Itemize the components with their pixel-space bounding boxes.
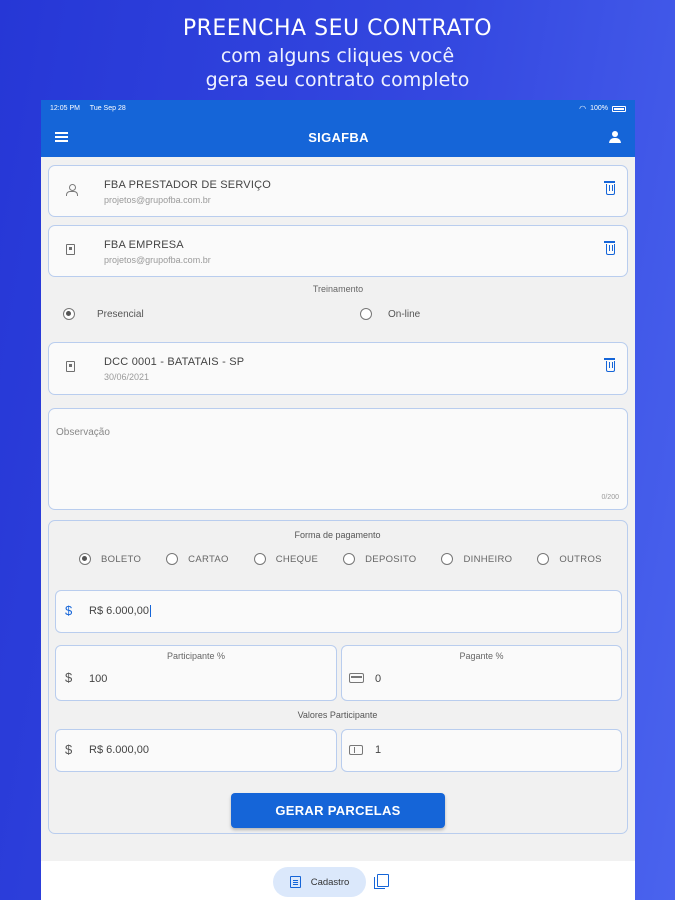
radio-unselected-icon[interactable] — [537, 553, 550, 565]
form-icon — [289, 876, 301, 888]
provider-name: FBA PRESTADOR DE SERVIÇO — [104, 179, 271, 191]
dollar-icon: $ — [65, 603, 73, 618]
status-date: Tue Sep 28 — [89, 105, 126, 112]
payment-option-label: CHEQUE — [275, 553, 319, 565]
person-icon — [66, 184, 78, 196]
app-title: SIGAFBA — [308, 129, 369, 145]
delete-unit-icon[interactable] — [604, 358, 615, 372]
training-option-label: On-line — [388, 308, 421, 320]
valores-participante-label: Valores Participante — [297, 710, 378, 720]
payment-option-outros[interactable]: OUTROS — [537, 553, 601, 565]
payment-option-label: CARTAO — [188, 553, 229, 565]
tablet-screen: 12:05 PM Tue Sep 28 ◠ 100% SIGAFBA FBA P… — [41, 100, 635, 900]
payment-option-cartao[interactable]: CARTAO — [166, 553, 229, 565]
amount-input[interactable]: $ R$ 6.000,00 — [55, 590, 622, 633]
menu-icon[interactable] — [55, 132, 68, 142]
app-bar: SIGAFBA — [41, 117, 635, 157]
training-option-label: Presencial — [97, 308, 144, 320]
status-time: 12:05 PM — [50, 105, 80, 112]
battery-percent: 100% — [590, 105, 608, 112]
promo-subtitle-line1: com alguns cliques você — [220, 45, 455, 67]
training-label: Treinamento — [312, 284, 364, 294]
provider-card[interactable]: FBA PRESTADOR DE SERVIÇO projetos@grupof… — [48, 165, 628, 217]
payment-option-deposito[interactable]: DEPOSITO — [343, 553, 416, 565]
credit-card-icon — [349, 673, 364, 683]
dollar-icon: $ — [65, 670, 73, 685]
payment-options: BOLETO CARTAO CHEQUE DEPOSITO DINHEIRO O… — [79, 553, 602, 565]
battery-icon — [612, 105, 626, 112]
payment-option-label: DINHEIRO — [463, 553, 513, 565]
payment-label: Forma de pagamento — [294, 530, 381, 540]
observation-placeholder: Observação — [56, 427, 110, 438]
radio-unselected-icon[interactable] — [360, 308, 372, 320]
amount-value: R$ 6.000,00 — [89, 605, 149, 617]
observation-textarea[interactable]: Observação 0/200 — [48, 408, 628, 510]
installments-input[interactable]: 1 — [341, 729, 622, 772]
payment-option-label: OUTROS — [559, 553, 602, 565]
installments-value: 1 — [375, 744, 382, 756]
training-option-presencial[interactable]: Presencial — [63, 308, 144, 320]
generate-installments-button[interactable]: GERAR PARCELAS — [231, 793, 445, 828]
company-name: FBA EMPRESA — [104, 239, 184, 251]
status-bar: 12:05 PM Tue Sep 28 ◠ 100% — [41, 100, 635, 117]
radio-unselected-icon[interactable] — [166, 553, 179, 565]
building-icon — [66, 361, 75, 372]
participante-label: Participante % — [166, 651, 226, 661]
tab-cadastro[interactable]: Cadastro — [273, 867, 366, 897]
unit-card[interactable]: DCC 0001 - BATATAIS - SP 30/06/2021 — [48, 342, 628, 395]
promo-title: PREENCHA SEU CONTRATO — [182, 16, 493, 41]
payment-option-label: DEPOSITO — [365, 553, 417, 565]
wifi-icon: ◠ — [579, 104, 587, 113]
delete-company-icon[interactable] — [604, 241, 615, 255]
payment-option-boleto[interactable]: BOLETO — [79, 553, 141, 565]
provider-email: projetos@grupofba.com.br — [104, 195, 211, 205]
bottom-nav: Cadastro — [41, 861, 635, 900]
promo-header: PREENCHA SEU CONTRATO com alguns cliques… — [0, 14, 675, 92]
ticket-icon — [349, 745, 363, 755]
company-card[interactable]: FBA EMPRESA projetos@grupofba.com.br — [48, 225, 628, 277]
radio-selected-icon[interactable] — [63, 308, 75, 320]
valores-value: R$ 6.000,00 — [89, 744, 149, 756]
participante-value: 100 — [89, 673, 108, 685]
tab-cadastro-label: Cadastro — [310, 876, 350, 888]
building-icon — [66, 244, 75, 255]
user-icon[interactable] — [608, 131, 621, 143]
radio-unselected-icon[interactable] — [253, 553, 266, 565]
pagante-percent-input[interactable]: Pagante % 0 — [341, 645, 622, 701]
delete-provider-icon[interactable] — [604, 181, 615, 195]
participante-percent-input[interactable]: Participante % $ 100 — [55, 645, 337, 701]
pagante-label: Pagante % — [459, 651, 504, 661]
training-option-online[interactable]: On-line — [360, 308, 420, 320]
payment-section: Forma de pagamento BOLETO CARTAO CHEQUE … — [48, 520, 628, 834]
pagante-value: 0 — [375, 673, 382, 685]
promo-subtitle-line2: gera seu contrato completo — [205, 69, 470, 91]
radio-unselected-icon[interactable] — [441, 553, 454, 565]
payment-option-label: BOLETO — [101, 553, 142, 565]
dollar-icon: $ — [65, 742, 73, 757]
unit-date: 30/06/2021 — [104, 372, 150, 382]
radio-unselected-icon[interactable] — [343, 553, 356, 565]
payment-option-cheque[interactable]: CHEQUE — [253, 553, 319, 565]
observation-counter: 0/200 — [601, 494, 619, 501]
list-icon[interactable] — [374, 874, 389, 889]
radio-selected-icon[interactable] — [79, 553, 91, 565]
company-email: projetos@grupofba.com.br — [104, 255, 211, 265]
payment-option-dinheiro[interactable]: DINHEIRO — [441, 553, 512, 565]
valores-participante-input[interactable]: $ R$ 6.000,00 — [55, 729, 337, 772]
unit-name: DCC 0001 - BATATAIS - SP — [104, 356, 245, 368]
